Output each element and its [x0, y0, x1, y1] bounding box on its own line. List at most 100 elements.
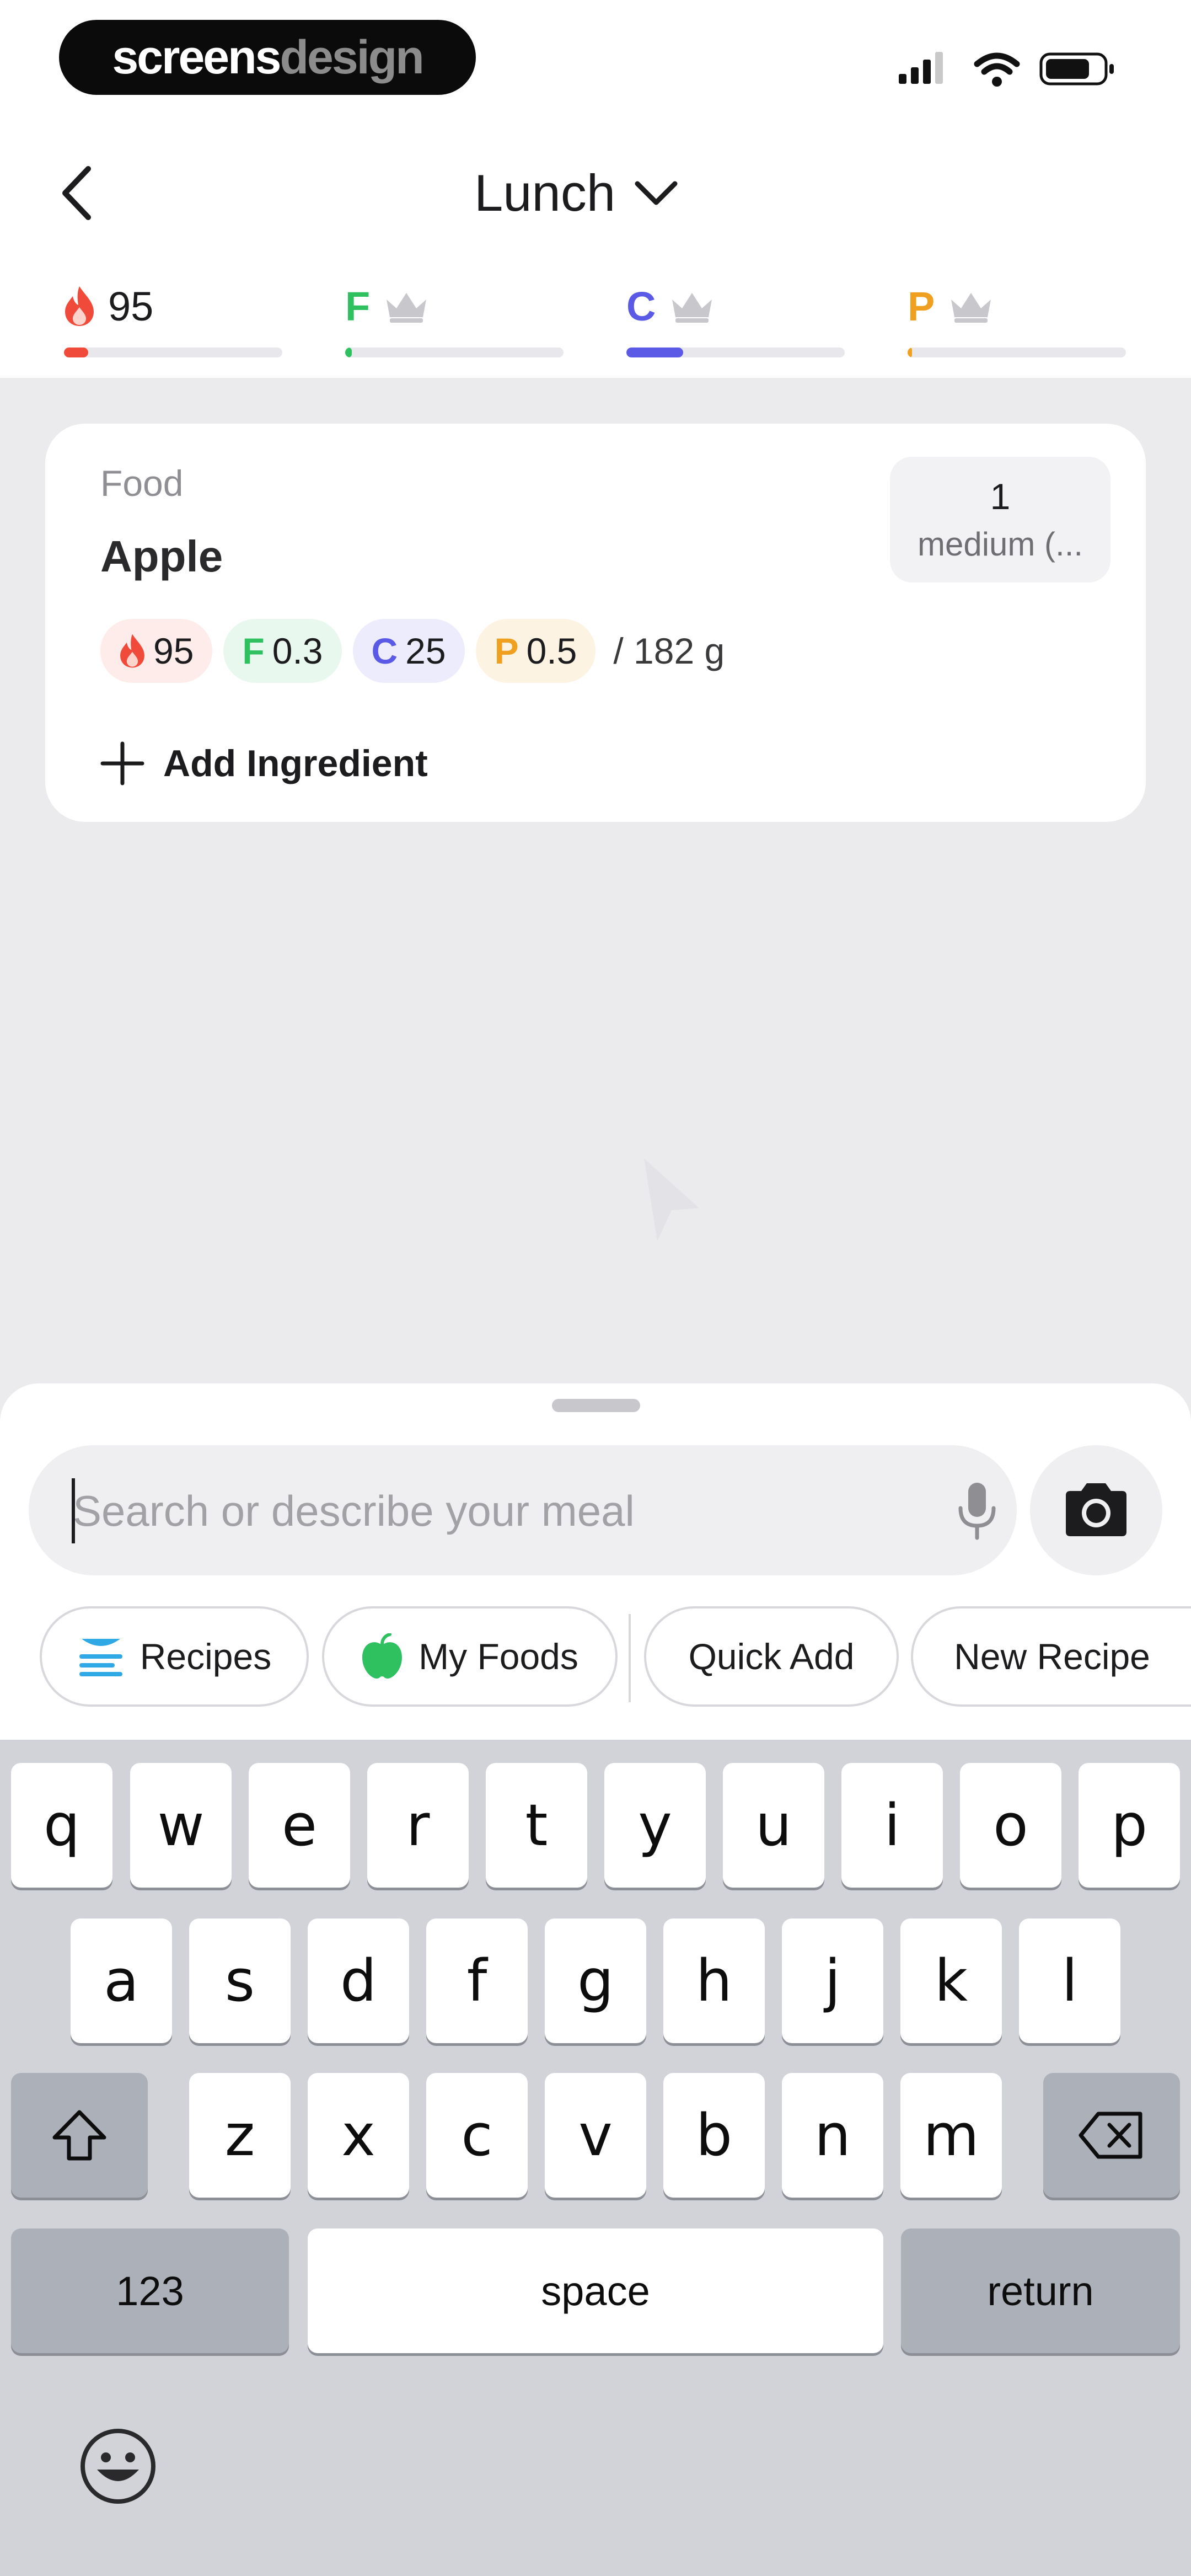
crown-icon: [387, 293, 427, 323]
search-sheet: Recipes My Foods Quick Add New Recipe: [0, 1383, 1191, 1747]
recipes-chip[interactable]: Recipes: [40, 1606, 309, 1707]
return-key[interactable]: return: [901, 2228, 1180, 2353]
backspace-icon: [1079, 2112, 1142, 2159]
cellular-signal-icon: [899, 52, 943, 84]
key-o[interactable]: o: [960, 1763, 1061, 1888]
calories-progress-fill: [64, 348, 88, 357]
key-e[interactable]: e: [249, 1763, 350, 1888]
key-x[interactable]: x: [308, 2073, 409, 2198]
new-recipe-chip[interactable]: New Recipe: [911, 1606, 1191, 1707]
numbers-key[interactable]: 123: [11, 2228, 289, 2353]
key-b[interactable]: b: [663, 2073, 765, 2198]
food-macro-pills: 95 F 0.3 C 25 P 0.5 / 182 g: [100, 618, 725, 684]
wifi-icon: [974, 52, 1020, 87]
calories-total: 95: [108, 283, 154, 329]
protein-value: 0.5: [526, 630, 577, 671]
key-t[interactable]: t: [486, 1763, 587, 1888]
sheet-grabber-handle[interactable]: [552, 1399, 640, 1412]
serving-size-button[interactable]: 1 medium (...: [890, 457, 1110, 582]
flame-icon: [120, 634, 144, 668]
key-r[interactable]: r: [367, 1763, 469, 1888]
text-caret: [72, 1478, 75, 1543]
carbs-pill-letter: C: [371, 630, 398, 671]
key-h[interactable]: h: [663, 1918, 765, 2043]
flame-icon: [65, 286, 94, 326]
protein-pill: P 0.5: [475, 619, 596, 683]
food-name: Apple: [100, 532, 223, 581]
macro-summary-carbs: C: [626, 279, 847, 361]
key-a[interactable]: a: [71, 1918, 172, 2043]
quick-add-chip[interactable]: Quick Add: [644, 1606, 899, 1707]
battery-icon: [1039, 52, 1114, 85]
protein-progress-track: [908, 348, 1126, 357]
calories-value: 95: [153, 630, 194, 671]
key-y[interactable]: y: [604, 1763, 706, 1888]
on-screen-keyboard: q w e r t y u i o p a s d f g h j k l z …: [0, 1740, 1191, 2576]
apple-icon: [362, 1633, 403, 1679]
key-w[interactable]: w: [130, 1763, 232, 1888]
food-card[interactable]: Food Apple 1 medium (... 95 F 0.3 C 25 P…: [45, 424, 1146, 822]
key-n[interactable]: n: [782, 2073, 883, 2198]
key-f[interactable]: f: [426, 1918, 528, 2043]
chevron-down-icon: [635, 181, 678, 205]
chip-divider: [629, 1614, 631, 1702]
key-u[interactable]: u: [723, 1763, 824, 1888]
quick-add-chip-label: Quick Add: [688, 1636, 855, 1677]
new-recipe-chip-label: New Recipe: [954, 1636, 1150, 1677]
key-c[interactable]: c: [426, 2073, 528, 2198]
carbs-progress-fill: [626, 348, 683, 357]
fat-pill-letter: F: [242, 630, 265, 671]
my-foods-chip-label: My Foods: [419, 1636, 578, 1677]
backspace-key[interactable]: [1043, 2073, 1180, 2198]
key-j[interactable]: j: [782, 1918, 883, 2043]
key-v[interactable]: v: [545, 2073, 646, 2198]
carbs-value: 25: [405, 630, 446, 671]
microphone-icon[interactable]: [944, 1477, 1010, 1543]
macro-summary-fat: F: [345, 279, 566, 361]
camera-button[interactable]: [1030, 1445, 1162, 1575]
carbs-progress-track: [626, 348, 845, 357]
key-g[interactable]: g: [545, 1918, 646, 2043]
per-weight-label: / 182 g: [613, 630, 725, 671]
key-m[interactable]: m: [900, 2073, 1002, 2198]
key-s[interactable]: s: [189, 1918, 291, 2043]
key-k[interactable]: k: [900, 1918, 1002, 2043]
calories-progress-track: [64, 348, 282, 357]
add-ingredient-button[interactable]: Add Ingredient: [100, 730, 428, 797]
protein-pill-letter: P: [494, 630, 519, 671]
carbs-letter: C: [626, 283, 656, 329]
search-bar[interactable]: [29, 1445, 1017, 1575]
search-input[interactable]: [72, 1477, 901, 1544]
crown-icon: [951, 293, 991, 323]
fat-progress-track: [345, 348, 564, 357]
key-q[interactable]: q: [11, 1763, 112, 1888]
emoji-icon[interactable]: [78, 2427, 158, 2506]
key-z[interactable]: z: [189, 2073, 291, 2198]
key-p[interactable]: p: [1079, 1763, 1180, 1888]
calories-pill: 95: [100, 619, 213, 683]
back-chevron-icon[interactable]: [55, 160, 99, 226]
recipes-chip-label: Recipes: [140, 1636, 272, 1677]
meal-selector[interactable]: Lunch: [474, 160, 678, 226]
navigation-arrow-icon: [644, 1158, 699, 1241]
crown-icon: [672, 293, 712, 323]
brand-logo: screens design: [59, 20, 476, 95]
camera-icon: [1066, 1483, 1126, 1536]
fat-pill: F 0.3: [223, 619, 342, 683]
my-foods-chip[interactable]: My Foods: [322, 1606, 618, 1707]
add-ingredient-label: Add Ingredient: [163, 742, 428, 784]
key-i[interactable]: i: [841, 1763, 943, 1888]
key-l[interactable]: l: [1019, 1918, 1120, 2043]
space-key[interactable]: space: [308, 2228, 883, 2353]
fat-progress-fill: [345, 348, 352, 357]
key-d[interactable]: d: [308, 1918, 409, 2043]
status-bar-icons: [899, 52, 1114, 87]
fat-value: 0.3: [272, 630, 323, 671]
recipe-bowl-icon: [79, 1639, 122, 1676]
meal-title-text: Lunch: [474, 164, 616, 222]
shift-arrow-icon: [52, 2110, 106, 2161]
protein-letter: P: [908, 283, 935, 329]
food-type-label: Food: [100, 463, 184, 504]
plus-icon: [100, 741, 144, 785]
shift-key[interactable]: [11, 2073, 148, 2198]
